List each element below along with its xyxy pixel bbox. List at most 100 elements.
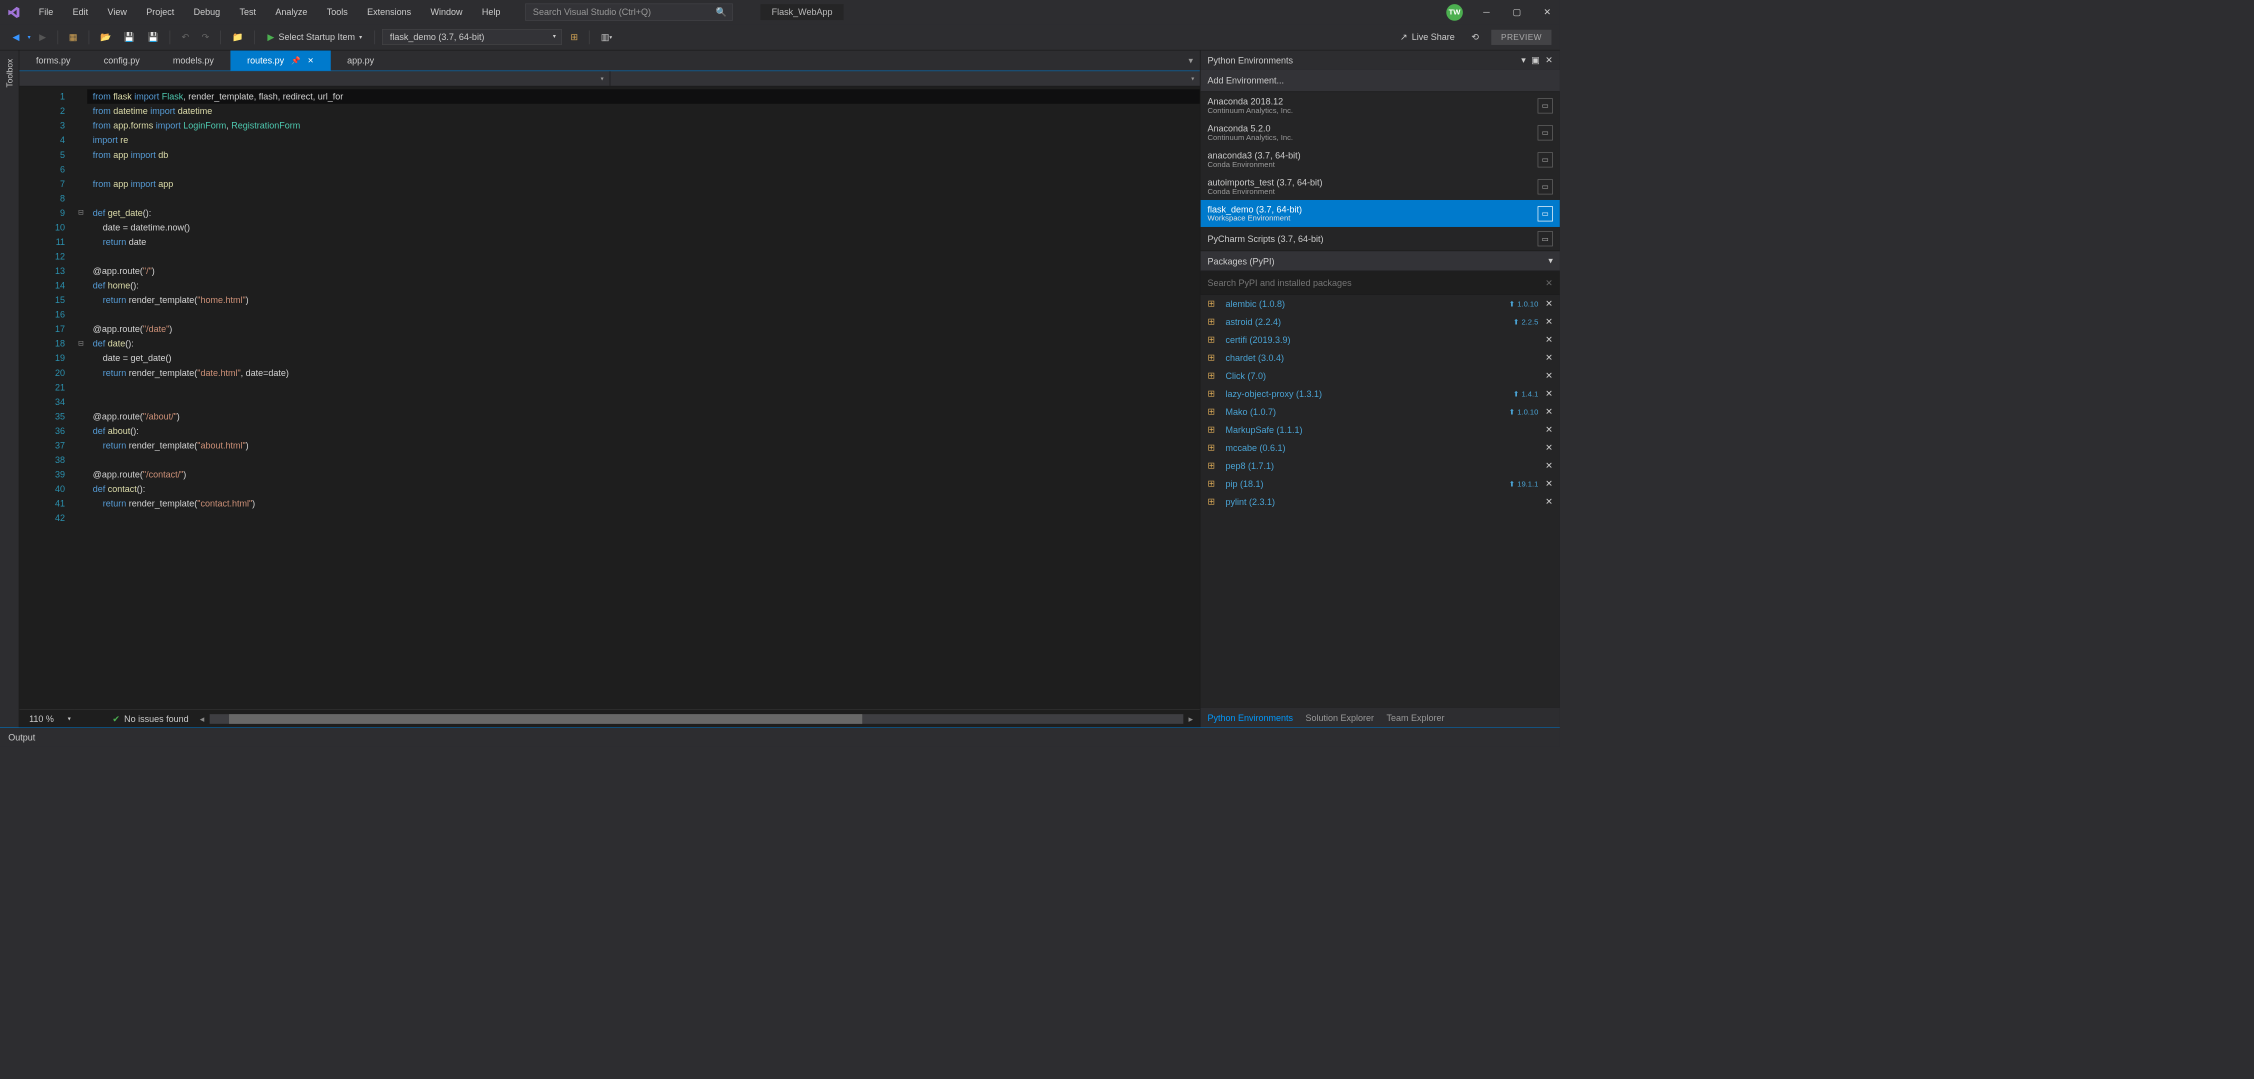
nav-fwd-button[interactable]: ▶ — [35, 29, 50, 46]
live-share-button[interactable]: ↗ Live Share — [1396, 29, 1459, 46]
package-remove-icon[interactable]: ✕ — [1545, 442, 1553, 453]
environment-item[interactable]: Anaconda 2018.12Continuum Analytics, Inc… — [1201, 92, 1560, 119]
env-console-icon[interactable]: ▭ — [1538, 152, 1553, 167]
env-console-icon[interactable]: ▭ — [1538, 206, 1553, 221]
menu-tools[interactable]: Tools — [318, 3, 356, 22]
breadcrumb-right[interactable]: ▾ — [610, 71, 1200, 86]
editor-tab[interactable]: models.py — [156, 51, 230, 71]
menu-view[interactable]: View — [99, 3, 135, 22]
package-remove-icon[interactable]: ✕ — [1545, 496, 1553, 507]
panel-tab[interactable]: Python Environments — [1208, 712, 1294, 722]
package-row[interactable]: ⊞certifi (2019.3.9)✕ — [1201, 331, 1560, 349]
environment-item[interactable]: PyCharm Scripts (3.7, 64-bit)▭ — [1201, 227, 1560, 251]
package-remove-icon[interactable]: ✕ — [1545, 316, 1553, 327]
package-row[interactable]: ⊞mccabe (0.6.1)✕ — [1201, 439, 1560, 457]
environment-item[interactable]: autoimports_test (3.7, 64-bit)Conda Envi… — [1201, 173, 1560, 200]
package-remove-icon[interactable]: ✕ — [1545, 424, 1553, 435]
menu-analyze[interactable]: Analyze — [267, 3, 316, 22]
package-remove-icon[interactable]: ✕ — [1545, 298, 1553, 309]
package-search-input[interactable] — [1208, 277, 1546, 287]
menu-test[interactable]: Test — [231, 3, 264, 22]
nav-back-button[interactable]: ◀ — [8, 29, 23, 46]
package-row[interactable]: ⊞Click (7.0)✕ — [1201, 367, 1560, 385]
env-console-icon[interactable]: ▭ — [1538, 98, 1553, 113]
package-update[interactable]: ⬆ 2.2.5 — [1513, 317, 1538, 326]
output-tab[interactable]: Output — [8, 732, 35, 742]
pin-icon[interactable]: 📌 — [291, 56, 300, 65]
package-update[interactable]: ⬆ 19.1.1 — [1509, 479, 1539, 488]
package-row[interactable]: ⊞alembic (1.0.8)⬆ 1.0.10✕ — [1201, 295, 1560, 313]
package-update[interactable]: ⬆ 1.0.10 — [1509, 299, 1539, 308]
package-row[interactable]: ⊞pylint (2.3.1)✕ — [1201, 493, 1560, 511]
user-avatar[interactable]: TW — [1446, 4, 1463, 21]
horizontal-scrollbar[interactable]: ◂▸ — [209, 714, 1183, 724]
panel-dropdown-icon[interactable]: ▾ — [1521, 55, 1526, 66]
save-icon[interactable]: 💾 — [120, 29, 140, 46]
env-console-icon[interactable]: ▭ — [1538, 179, 1553, 194]
package-row[interactable]: ⊞astroid (2.2.4)⬆ 2.2.5✕ — [1201, 313, 1560, 331]
packages-dropdown[interactable]: Packages (PyPI) ▾ — [1201, 251, 1560, 272]
environment-item[interactable]: flask_demo (3.7, 64-bit)Workspace Enviro… — [1201, 200, 1560, 227]
environment-item[interactable]: Anaconda 5.2.0Continuum Analytics, Inc.▭ — [1201, 119, 1560, 146]
feedback-icon[interactable]: ⟲ — [1467, 29, 1483, 46]
zoom-level[interactable]: 110 % — [29, 713, 54, 723]
package-remove-icon[interactable]: ✕ — [1545, 406, 1553, 417]
menu-window[interactable]: Window — [422, 3, 471, 22]
package-row[interactable]: ⊞Mako (1.0.7)⬆ 1.0.10✕ — [1201, 403, 1560, 421]
editor-tab[interactable]: routes.py📌✕ — [231, 51, 331, 71]
package-remove-icon[interactable]: ✕ — [1545, 388, 1553, 399]
python-env-dropdown[interactable]: flask_demo (3.7, 64-bit) ▾ — [382, 29, 562, 45]
panel-pin-icon[interactable]: ▣ — [1531, 55, 1540, 66]
toolbox-tab[interactable]: Toolbox — [0, 51, 19, 728]
minimize-button[interactable]: ─ — [1479, 5, 1493, 19]
package-update[interactable]: ⬆ 1.4.1 — [1513, 389, 1538, 398]
save-all-icon[interactable]: 💾 — [143, 29, 163, 46]
menu-extensions[interactable]: Extensions — [359, 3, 420, 22]
layout-icon[interactable]: ▥ ▾ — [597, 29, 617, 46]
menu-help[interactable]: Help — [474, 3, 509, 22]
close-button[interactable]: ✕ — [1540, 5, 1554, 19]
menu-file[interactable]: File — [30, 3, 61, 22]
package-remove-icon[interactable]: ✕ — [1545, 352, 1553, 363]
package-row[interactable]: ⊞chardet (3.0.4)✕ — [1201, 349, 1560, 367]
maximize-button[interactable]: ▢ — [1510, 5, 1524, 19]
env-console-icon[interactable]: ▭ — [1538, 125, 1553, 140]
new-item-icon[interactable]: ▦ — [65, 29, 82, 46]
package-search[interactable]: ✕ — [1201, 271, 1560, 295]
tab-overflow-icon[interactable]: ▾ — [1182, 51, 1200, 71]
redo-icon[interactable]: ↷ — [197, 29, 213, 46]
package-remove-icon[interactable]: ✕ — [1545, 334, 1553, 345]
module-icon[interactable]: ⊞ — [566, 29, 582, 46]
package-remove-icon[interactable]: ✕ — [1545, 370, 1553, 381]
menu-project[interactable]: Project — [138, 3, 183, 22]
clear-search-icon[interactable]: ✕ — [1545, 277, 1553, 288]
search-input[interactable]: Search Visual Studio (Ctrl+Q) 🔍 — [525, 3, 733, 20]
editor-tab[interactable]: config.py — [87, 51, 156, 71]
code-editor[interactable]: 1234567891011121314151617181920213435363… — [19, 87, 1200, 710]
editor-tab[interactable]: app.py — [330, 51, 390, 71]
add-environment-button[interactable]: Add Environment... — [1201, 70, 1560, 92]
package-row[interactable]: ⊞pep8 (1.7.1)✕ — [1201, 457, 1560, 475]
package-remove-icon[interactable]: ✕ — [1545, 478, 1553, 489]
breadcrumb-bar: ▾ ▾ — [19, 71, 1200, 86]
menu-edit[interactable]: Edit — [64, 3, 96, 22]
panel-tab[interactable]: Team Explorer — [1386, 712, 1444, 722]
package-row[interactable]: ⊞pip (18.1)⬆ 19.1.1✕ — [1201, 475, 1560, 493]
environment-item[interactable]: anaconda3 (3.7, 64-bit)Conda Environment… — [1201, 146, 1560, 173]
code-content[interactable]: from flask import Flask, render_template… — [87, 87, 1200, 710]
panel-close-icon[interactable]: ✕ — [1545, 55, 1553, 66]
close-tab-icon[interactable]: ✕ — [307, 56, 313, 65]
package-row[interactable]: ⊞lazy-object-proxy (1.3.1)⬆ 1.4.1✕ — [1201, 385, 1560, 403]
package-update[interactable]: ⬆ 1.0.10 — [1509, 407, 1539, 416]
package-row[interactable]: ⊞MarkupSafe (1.1.1)✕ — [1201, 421, 1560, 439]
package-remove-icon[interactable]: ✕ — [1545, 460, 1553, 471]
menu-debug[interactable]: Debug — [185, 3, 228, 22]
startup-item-dropdown[interactable]: ▶ Select Startup Item ▾ — [262, 29, 368, 44]
env-console-icon[interactable]: ▭ — [1538, 231, 1553, 246]
undo-icon[interactable]: ↶ — [177, 29, 193, 46]
folder-icon[interactable]: 📁 — [228, 29, 248, 46]
breadcrumb-left[interactable]: ▾ — [19, 71, 610, 86]
panel-tab[interactable]: Solution Explorer — [1306, 712, 1375, 722]
editor-tab[interactable]: forms.py — [19, 51, 87, 71]
open-icon[interactable]: 📂 — [96, 29, 116, 46]
